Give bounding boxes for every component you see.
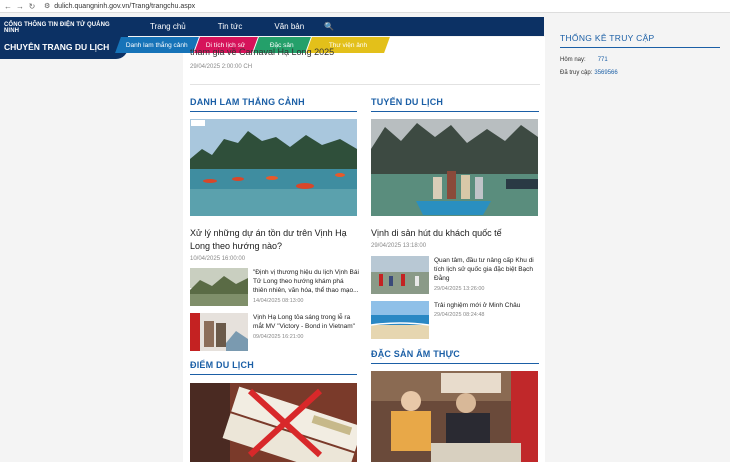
article-item-title[interactable]: Quan tâm, đầu tư nâng cấp Khu di tích lị…	[434, 256, 540, 283]
browser-toolbar: ← → ↻ ⚙ dulich.quangninh.gov.vn/Trang/tr…	[0, 0, 730, 13]
section-underline	[371, 111, 539, 112]
stat-total: Đã truy cập: 3569566	[560, 70, 618, 76]
bai-tu-long-image[interactable]	[190, 268, 248, 306]
top-navigation: Trang chủ Tin tức Văn bản 🔍	[118, 17, 544, 36]
tab-danh-lam[interactable]: Danh lam thắng cảnh	[115, 37, 199, 53]
article-item-title[interactable]: Vịnh Hạ Long tỏa sáng trong lễ ra mắt MV…	[253, 313, 359, 331]
lead-article-date: 29/04/2025 2:00:00 CH	[190, 64, 253, 70]
stat-total-value: 3569566	[594, 70, 618, 76]
section-title-danh-lam[interactable]: DANH LAM THẮNG CẢNH	[190, 97, 305, 107]
site-name: CHUYÊN TRANG DU LỊCH	[4, 42, 110, 52]
stat-today: Hôm nay: 771	[560, 57, 608, 63]
article-date: 10/04/2025 16:00:00	[190, 256, 246, 262]
article-item-date: 14/04/2025 08:13:00	[253, 298, 304, 304]
nav-home[interactable]: Trang chủ	[150, 22, 186, 31]
article-item-date: 09/04/2025 16:21:00	[253, 334, 304, 340]
nav-news[interactable]: Tin tức	[218, 22, 243, 31]
article-headline[interactable]: Vịnh di sản hút du khách quốc tế	[371, 227, 541, 240]
search-icon[interactable]: 🔍	[324, 22, 334, 31]
stats-underline	[560, 47, 720, 48]
article-item-date: 29/04/2025 13:26:00	[434, 286, 485, 292]
stats-title: THỐNG KÊ TRUY CẬP	[560, 33, 655, 43]
mv-victory-image[interactable]	[190, 313, 248, 351]
bamboo-boat-tourists-image[interactable]	[371, 119, 538, 216]
halong-bay-kayak-image[interactable]	[190, 119, 357, 216]
portal-name: CỔNG THÔNG TIN ĐIỆN TỬ QUẢNG NINH	[4, 22, 110, 34]
section-title-diem[interactable]: ĐIỂM DU LỊCH	[190, 360, 254, 370]
article-item-title[interactable]: Trải nghiệm mới ở Minh Châu	[434, 301, 540, 310]
section-underline	[190, 111, 357, 112]
bach-dang-image[interactable]	[371, 256, 429, 294]
section-underline	[371, 363, 539, 364]
site-logo[interactable]: CỔNG THÔNG TIN ĐIỆN TỬ QUẢNG NINH CHUYÊN…	[0, 17, 128, 59]
minh-chau-beach-image[interactable]	[371, 301, 429, 339]
nav-documents[interactable]: Văn bản	[274, 22, 304, 31]
section-title-tuyen[interactable]: TUYẾN DU LỊCH	[371, 97, 443, 107]
site-info-icon[interactable]: ⚙	[44, 2, 50, 10]
address-bar[interactable]: dulich.quangninh.gov.vn/Trang/trangchu.a…	[54, 3, 195, 10]
local-food-market-image[interactable]	[371, 371, 538, 462]
forward-icon[interactable]: →	[16, 2, 24, 11]
reload-icon[interactable]: ↻	[28, 2, 36, 11]
back-icon[interactable]: ←	[4, 2, 12, 11]
article-item-title[interactable]: "Định vị thương hiệu du lịch Vịnh Bái Tử…	[253, 268, 359, 295]
stat-today-value: 771	[597, 57, 608, 63]
section-title-dac-san[interactable]: ĐẶC SẢN ẨM THỰC	[371, 349, 460, 359]
article-item-date: 29/04/2025 08:24:48	[434, 312, 485, 318]
article-date: 29/04/2025 13:18:00	[371, 243, 427, 249]
article-headline[interactable]: Xử lý những dự án tồn dư trên Vịnh Hạ Lo…	[190, 227, 360, 253]
lead-article-title[interactable]: tham gia về Carnaval Hạ Long 2025	[190, 47, 334, 57]
divider	[190, 84, 540, 85]
tickets-image[interactable]	[190, 383, 357, 462]
section-underline	[190, 374, 357, 375]
